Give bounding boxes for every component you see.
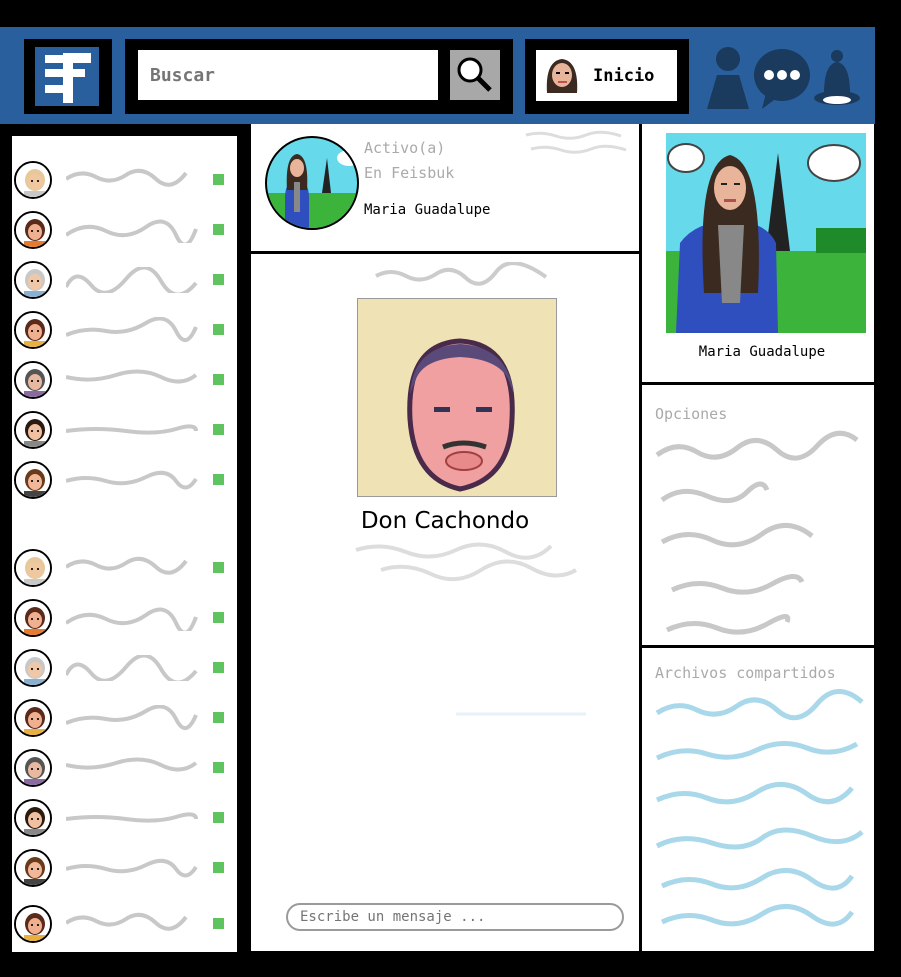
friend-name-scribble [66,267,198,293]
friend-name-scribble [66,757,198,772]
online-status-dot [213,562,224,573]
gray-haired-woman-icon [14,749,52,787]
friends-icon[interactable] [703,45,753,115]
friend-list-item[interactable] [14,208,234,252]
girl-pigtails-icon [14,211,52,249]
home-section: Inicio [525,39,689,114]
online-status-dot [213,662,224,673]
friend-name-scribble [66,168,188,187]
profile-card: Maria Guadalupe [642,124,874,382]
options-panel: Opciones [642,385,874,645]
friend-name-scribble [66,369,198,384]
search-bar [125,39,513,114]
friend-name-scribble [66,705,198,730]
blond-man-icon [14,161,52,199]
online-status-dot [213,812,224,823]
online-status-dot [213,712,224,723]
dark-haired-woman-icon [14,411,52,449]
girl-pigtails-icon [14,599,52,637]
friend-list-item[interactable] [14,746,234,790]
user-avatar-icon [539,52,585,99]
grandma-icon [14,649,52,687]
friend-name-scribble [66,470,198,490]
notifications-bell-icon[interactable] [812,48,862,114]
message-input[interactable] [286,903,624,931]
chat-contact-name[interactable]: Maria Guadalupe [364,202,490,218]
scribble-decoration [525,130,627,154]
conversation-panel: Don Cachondo [251,254,639,951]
curly-girl-icon [14,905,52,943]
friend-list-item[interactable] [14,408,234,452]
online-status-dot [213,918,224,929]
online-status-dot [213,862,224,873]
feisbuk-logo-icon[interactable] [24,39,112,114]
friend-list-item[interactable] [14,796,234,840]
friend-list-item[interactable] [14,596,234,640]
options-title: Opciones [655,405,728,423]
magnifier-icon [457,57,492,92]
friend-name-scribble [66,424,198,435]
grandma-icon [14,261,52,299]
online-status-dot [213,274,224,285]
options-list[interactable] [652,430,867,640]
blond-man-icon [14,549,52,587]
friend-list-item[interactable] [14,546,234,590]
profile-name[interactable]: Maria Guadalupe [642,344,882,360]
brown-haired-man-icon [14,461,52,499]
messages-icon[interactable] [752,47,812,115]
brown-haired-man-icon [14,849,52,887]
scribble-decoration [355,542,578,582]
shared-files-list[interactable] [652,688,872,928]
chat-header: Activo(a) En Feisbuk Maria Guadalupe [251,124,639,251]
status-active: Activo(a) [364,139,446,157]
friend-name-scribble [66,317,198,342]
friend-name-scribble [66,219,198,243]
friend-list-item[interactable] [14,358,234,402]
friend-name-scribble [66,607,198,631]
online-status-dot [213,424,224,435]
home-label: Inicio [593,65,655,86]
friend-list-item[interactable] [14,646,234,690]
profile-photo[interactable] [666,133,866,333]
scribble-decoration [375,262,548,286]
gray-haired-woman-icon [14,361,52,399]
curly-girl-icon [14,699,52,737]
chat-contact-title: Don Cachondo [360,508,530,534]
search-input[interactable] [138,50,438,100]
online-status-dot [213,474,224,485]
online-status-dot [213,224,224,235]
chat-contact-avatar[interactable] [265,136,359,230]
friend-list-item[interactable] [14,696,234,740]
online-status-dot [213,174,224,185]
online-status-dot [213,374,224,385]
friend-name-scribble [66,556,188,575]
friend-name-scribble [66,655,198,681]
friend-name-scribble [66,858,198,878]
shared-files-panel: Archivos compartidos [642,648,874,951]
curly-girl-icon [14,311,52,349]
friend-list-item[interactable] [14,308,234,352]
status-in-feisbuk: En Feisbuk [364,164,455,182]
friend-list-item[interactable] [14,458,234,502]
friend-list-item[interactable] [14,846,234,890]
online-status-dot [213,324,224,335]
friend-list-item[interactable] [14,258,234,302]
shared-files-title: Archivos compartidos [655,664,836,682]
online-status-dot [213,612,224,623]
friend-name-scribble [66,812,198,823]
contact-photo[interactable] [357,298,557,497]
dark-haired-woman-icon [14,799,52,837]
home-button[interactable]: Inicio [536,50,677,101]
friend-list-item[interactable] [14,902,234,946]
scribble-decoration [456,712,586,716]
online-status-dot [213,762,224,773]
friend-list-item[interactable] [14,158,234,202]
search-button[interactable] [450,50,500,100]
friend-name-scribble [66,912,188,931]
